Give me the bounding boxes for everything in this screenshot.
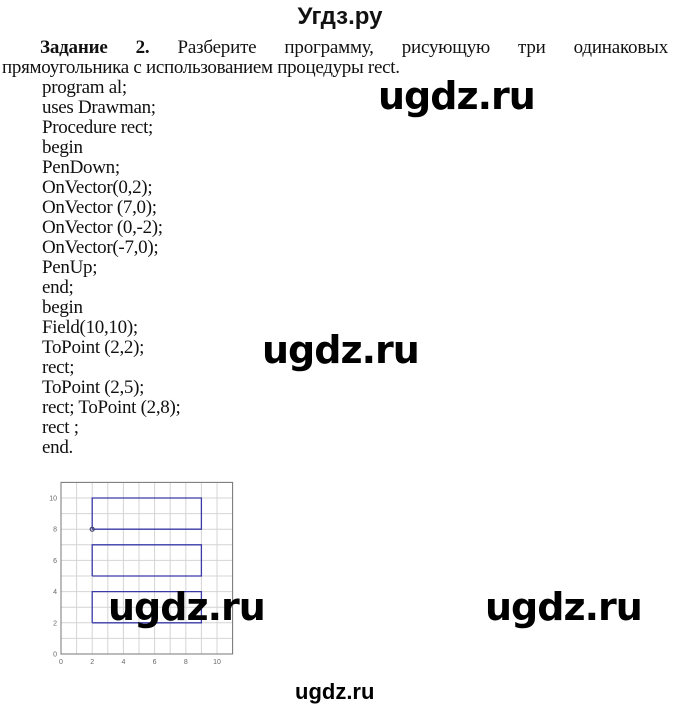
task-statement: Задание 2. Разберите программу, рисующую… <box>2 38 668 78</box>
watermark-right: ugdz.ru <box>485 585 643 629</box>
code-line: ToPoint (2,2); <box>42 337 145 358</box>
task-label: Задание 2. <box>40 37 150 58</box>
y-tick-label: 0 <box>53 652 57 659</box>
code-line: OnVector (7,0); <box>42 197 157 218</box>
code-line: program al; <box>42 77 127 98</box>
x-tick-label: 4 <box>121 659 125 665</box>
task-line-1: Задание 2. Разберите программу, рисующую… <box>2 38 668 58</box>
code-line: uses Drawman; <box>42 97 156 118</box>
watermark-chart-overlay: ugdz.ru <box>108 585 266 629</box>
x-tick-label: 2 <box>90 659 94 665</box>
task-line-2: прямоугольника с использованием процедур… <box>2 57 400 78</box>
watermark-middle: ugdz.ru <box>262 328 420 372</box>
code-line: OnVector (0,-2); <box>42 217 163 238</box>
code-line: Procedure rect; <box>42 117 154 138</box>
code-line: end; <box>42 277 74 298</box>
task-text-1: Разберите программу, рисующую три одинак… <box>177 37 668 58</box>
code-line: ToPoint (2,5); <box>42 377 145 398</box>
watermark-bottom: ugdz.ru <box>295 679 375 704</box>
y-tick-label: 6 <box>53 558 57 565</box>
site-title: Угдз.ру <box>297 3 383 30</box>
x-tick-label: 0 <box>59 659 63 665</box>
code-line: rect; ToPoint (2,8); <box>42 397 181 418</box>
code-line: OnVector(-7,0); <box>42 237 159 258</box>
code-line: PenUp; <box>42 257 98 278</box>
y-tick-label: 4 <box>53 589 57 596</box>
code-line: OnVector(0,2); <box>42 177 153 198</box>
y-tick-label: 10 <box>49 496 57 503</box>
code-line: end. <box>42 437 73 458</box>
code-line: PenDown; <box>42 157 120 178</box>
x-tick-label: 8 <box>184 659 188 665</box>
code-line: begin <box>42 137 83 158</box>
x-tick-label: 6 <box>153 659 157 665</box>
y-tick-label: 2 <box>53 620 57 627</box>
x-tick-label: 10 <box>213 659 221 665</box>
watermark-top: ugdz.ru <box>378 74 536 118</box>
program-code: program al; uses Drawman; Procedure rect; b… <box>42 78 181 458</box>
code-line: begin <box>42 297 83 318</box>
code-line: rect; <box>42 357 75 378</box>
code-line: rect ; <box>42 417 79 438</box>
y-tick-label: 8 <box>53 527 57 534</box>
drawman-field-chart: 0 2 4 6 8 10 0 2 4 6 8 10 <box>49 481 234 665</box>
code-line: Field(10,10); <box>42 317 138 338</box>
